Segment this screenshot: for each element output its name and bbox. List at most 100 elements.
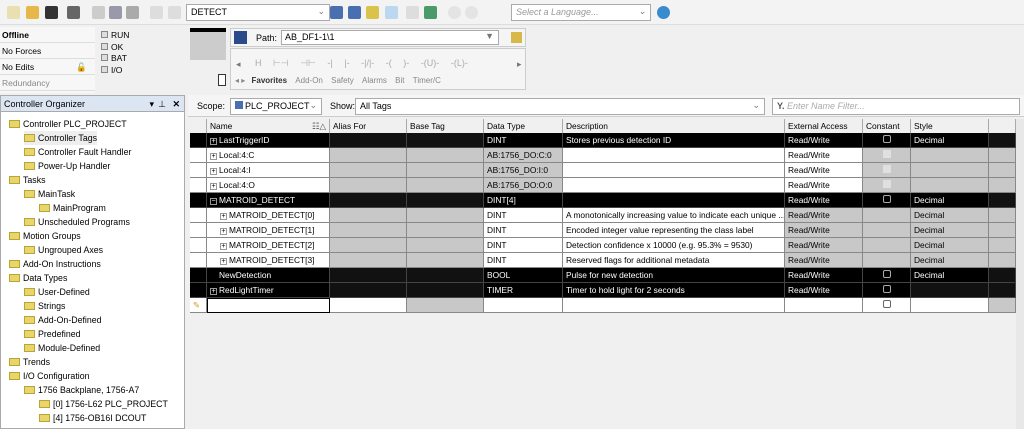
tree-item[interactable]: Add-On Instructions <box>9 257 101 271</box>
alias-for-cell[interactable] <box>330 178 407 193</box>
table-row[interactable]: + Local:4:O AB:1756_DO:O:0 Read/Write <box>190 178 1016 193</box>
base-tag-cell[interactable] <box>407 133 484 148</box>
style-cell[interactable]: Decimal <box>911 208 989 223</box>
constant-cell[interactable] <box>863 283 911 298</box>
dropdown-icon[interactable]: ▾ <box>149 99 154 110</box>
tree-item[interactable]: Controller Tags <box>24 131 98 145</box>
data-type-cell[interactable]: TIMER <box>484 283 563 298</box>
data-type-cell[interactable]: DINT <box>484 223 563 238</box>
data-type-cell[interactable]: AB:1756_DO:I:0 <box>484 163 563 178</box>
tree-item[interactable]: Add-On-Defined <box>24 313 102 327</box>
tree-item[interactable]: Unscheduled Programs <box>24 215 130 229</box>
new-tag-name-input[interactable] <box>207 298 330 313</box>
tree-item[interactable]: MainProgram <box>39 201 106 215</box>
new-row-cell[interactable] <box>785 298 863 313</box>
style-cell[interactable] <box>911 148 989 163</box>
forces-status[interactable]: No Forces <box>0 43 95 59</box>
zoom-in-icon[interactable] <box>448 6 461 19</box>
external-access-cell[interactable]: Read/Write <box>785 253 863 268</box>
description-cell[interactable]: Pulse for new detection <box>563 268 785 283</box>
instruction-buttons[interactable]: H ⊢⊣ ⊣⊢ -| |- -|/|- -( )- -(U)- -(L)- <box>255 58 468 69</box>
base-tag-cell[interactable] <box>407 253 484 268</box>
print-icon[interactable] <box>67 6 80 19</box>
base-tag-cell[interactable] <box>407 193 484 208</box>
new-row-cell[interactable] <box>563 298 785 313</box>
style-cell[interactable]: Decimal <box>911 253 989 268</box>
description-cell[interactable]: Timer to hold light for 2 seconds <box>563 283 785 298</box>
column-header[interactable]: Base Tag <box>407 119 484 134</box>
base-tag-cell[interactable] <box>407 283 484 298</box>
column-header[interactable]: Description <box>563 119 785 134</box>
save-icon[interactable] <box>45 6 58 19</box>
redundancy-status[interactable]: Redundancy <box>0 75 95 91</box>
tree-item[interactable]: Power-Up Handler <box>24 159 110 173</box>
description-cell[interactable] <box>563 178 785 193</box>
description-cell[interactable] <box>563 163 785 178</box>
expand-icon[interactable]: + <box>210 138 217 145</box>
expand-icon[interactable]: + <box>210 288 217 295</box>
tree-item[interactable]: Strings <box>24 299 65 313</box>
alias-for-cell[interactable] <box>330 148 407 163</box>
tag-name-cell[interactable]: + MATROID_DETECT[0] <box>207 208 330 223</box>
constant-cell[interactable] <box>863 193 911 208</box>
tag-name-cell[interactable]: + MATROID_DETECT[3] <box>207 253 330 268</box>
constant-cell[interactable] <box>863 163 911 178</box>
tab-timer[interactable]: Timer/C <box>413 76 441 85</box>
tag-name-cell[interactable]: + Local:4:O <box>207 178 330 193</box>
table-row[interactable]: + RedLightTimer TIMER Timer to hold light f… <box>190 283 1016 298</box>
data-type-cell[interactable]: BOOL <box>484 268 563 283</box>
new-tag-row[interactable]: ✎ <box>190 298 1016 313</box>
constant-checkbox[interactable] <box>882 300 891 308</box>
alias-for-cell[interactable] <box>330 223 407 238</box>
tab-favorites[interactable]: Favorites <box>251 76 287 85</box>
base-tag-cell[interactable] <box>407 178 484 193</box>
new-row-cell[interactable] <box>863 298 911 313</box>
constant-cell[interactable] <box>863 178 911 193</box>
expand-icon[interactable]: + <box>210 168 217 175</box>
external-access-cell[interactable]: Read/Write <box>785 268 863 283</box>
tab-bit[interactable]: Bit <box>395 76 404 85</box>
tag-name-cell[interactable]: + LastTriggerID <box>207 133 330 148</box>
new-file-icon[interactable] <box>7 6 20 19</box>
expand-icon[interactable]: − <box>210 198 217 205</box>
show-combo[interactable]: All Tags ⌄ <box>355 98 765 115</box>
style-cell[interactable]: Decimal <box>911 133 989 148</box>
column-header[interactable]: Style <box>911 119 989 134</box>
external-access-cell[interactable]: Read/Write <box>785 238 863 253</box>
column-header[interactable]: Alias For <box>330 119 407 134</box>
style-cell[interactable] <box>911 283 989 298</box>
tab-safety[interactable]: Safety <box>331 76 354 85</box>
table-row[interactable]: + MATROID_DETECT[2] DINT Detection confiden… <box>190 238 1016 253</box>
routine-combo[interactable]: DETECT ⌄ <box>186 4 330 21</box>
base-tag-cell[interactable] <box>407 163 484 178</box>
external-access-cell[interactable]: Read/Write <box>785 178 863 193</box>
expand-icon[interactable]: + <box>220 213 227 220</box>
expand-icon[interactable]: + <box>220 228 227 235</box>
tree-item[interactable]: User-Defined <box>24 285 90 299</box>
style-cell[interactable] <box>911 163 989 178</box>
style-cell[interactable]: Decimal <box>911 223 989 238</box>
network-browse-icon[interactable] <box>511 32 522 43</box>
data-type-cell[interactable]: AB:1756_DO:C:0 <box>484 148 563 163</box>
data-type-cell[interactable]: AB:1756_DO:O:0 <box>484 178 563 193</box>
mode-status[interactable]: Offline <box>0 27 95 43</box>
style-cell[interactable] <box>911 178 989 193</box>
language-select[interactable]: Select a Language... ⌄ <box>511 4 651 21</box>
external-access-cell[interactable]: Read/Write <box>785 163 863 178</box>
table-row[interactable]: + Local:4:C AB:1756_DO:C:0 Read/Write <box>190 148 1016 163</box>
external-access-cell[interactable]: Read/Write <box>785 193 863 208</box>
tag-name-cell[interactable]: + Local:4:C <box>207 148 330 163</box>
tag-name-cell[interactable]: + Local:4:I <box>207 163 330 178</box>
tag-name-cell[interactable]: + RedLightTimer <box>207 283 330 298</box>
constant-checkbox[interactable] <box>882 270 891 278</box>
table-row[interactable]: + Local:4:I AB:1756_DO:I:0 Read/Write <box>190 163 1016 178</box>
alias-for-cell[interactable] <box>330 253 407 268</box>
external-access-cell[interactable]: Read/Write <box>785 223 863 238</box>
base-tag-cell[interactable] <box>407 238 484 253</box>
external-access-cell[interactable]: Read/Write <box>785 283 863 298</box>
tree-item[interactable]: Trends <box>9 355 50 369</box>
column-header[interactable]: External Access <box>785 119 863 134</box>
constant-checkbox[interactable] <box>882 285 891 293</box>
globe-icon[interactable] <box>657 6 670 19</box>
expand-icon[interactable]: + <box>210 153 217 160</box>
